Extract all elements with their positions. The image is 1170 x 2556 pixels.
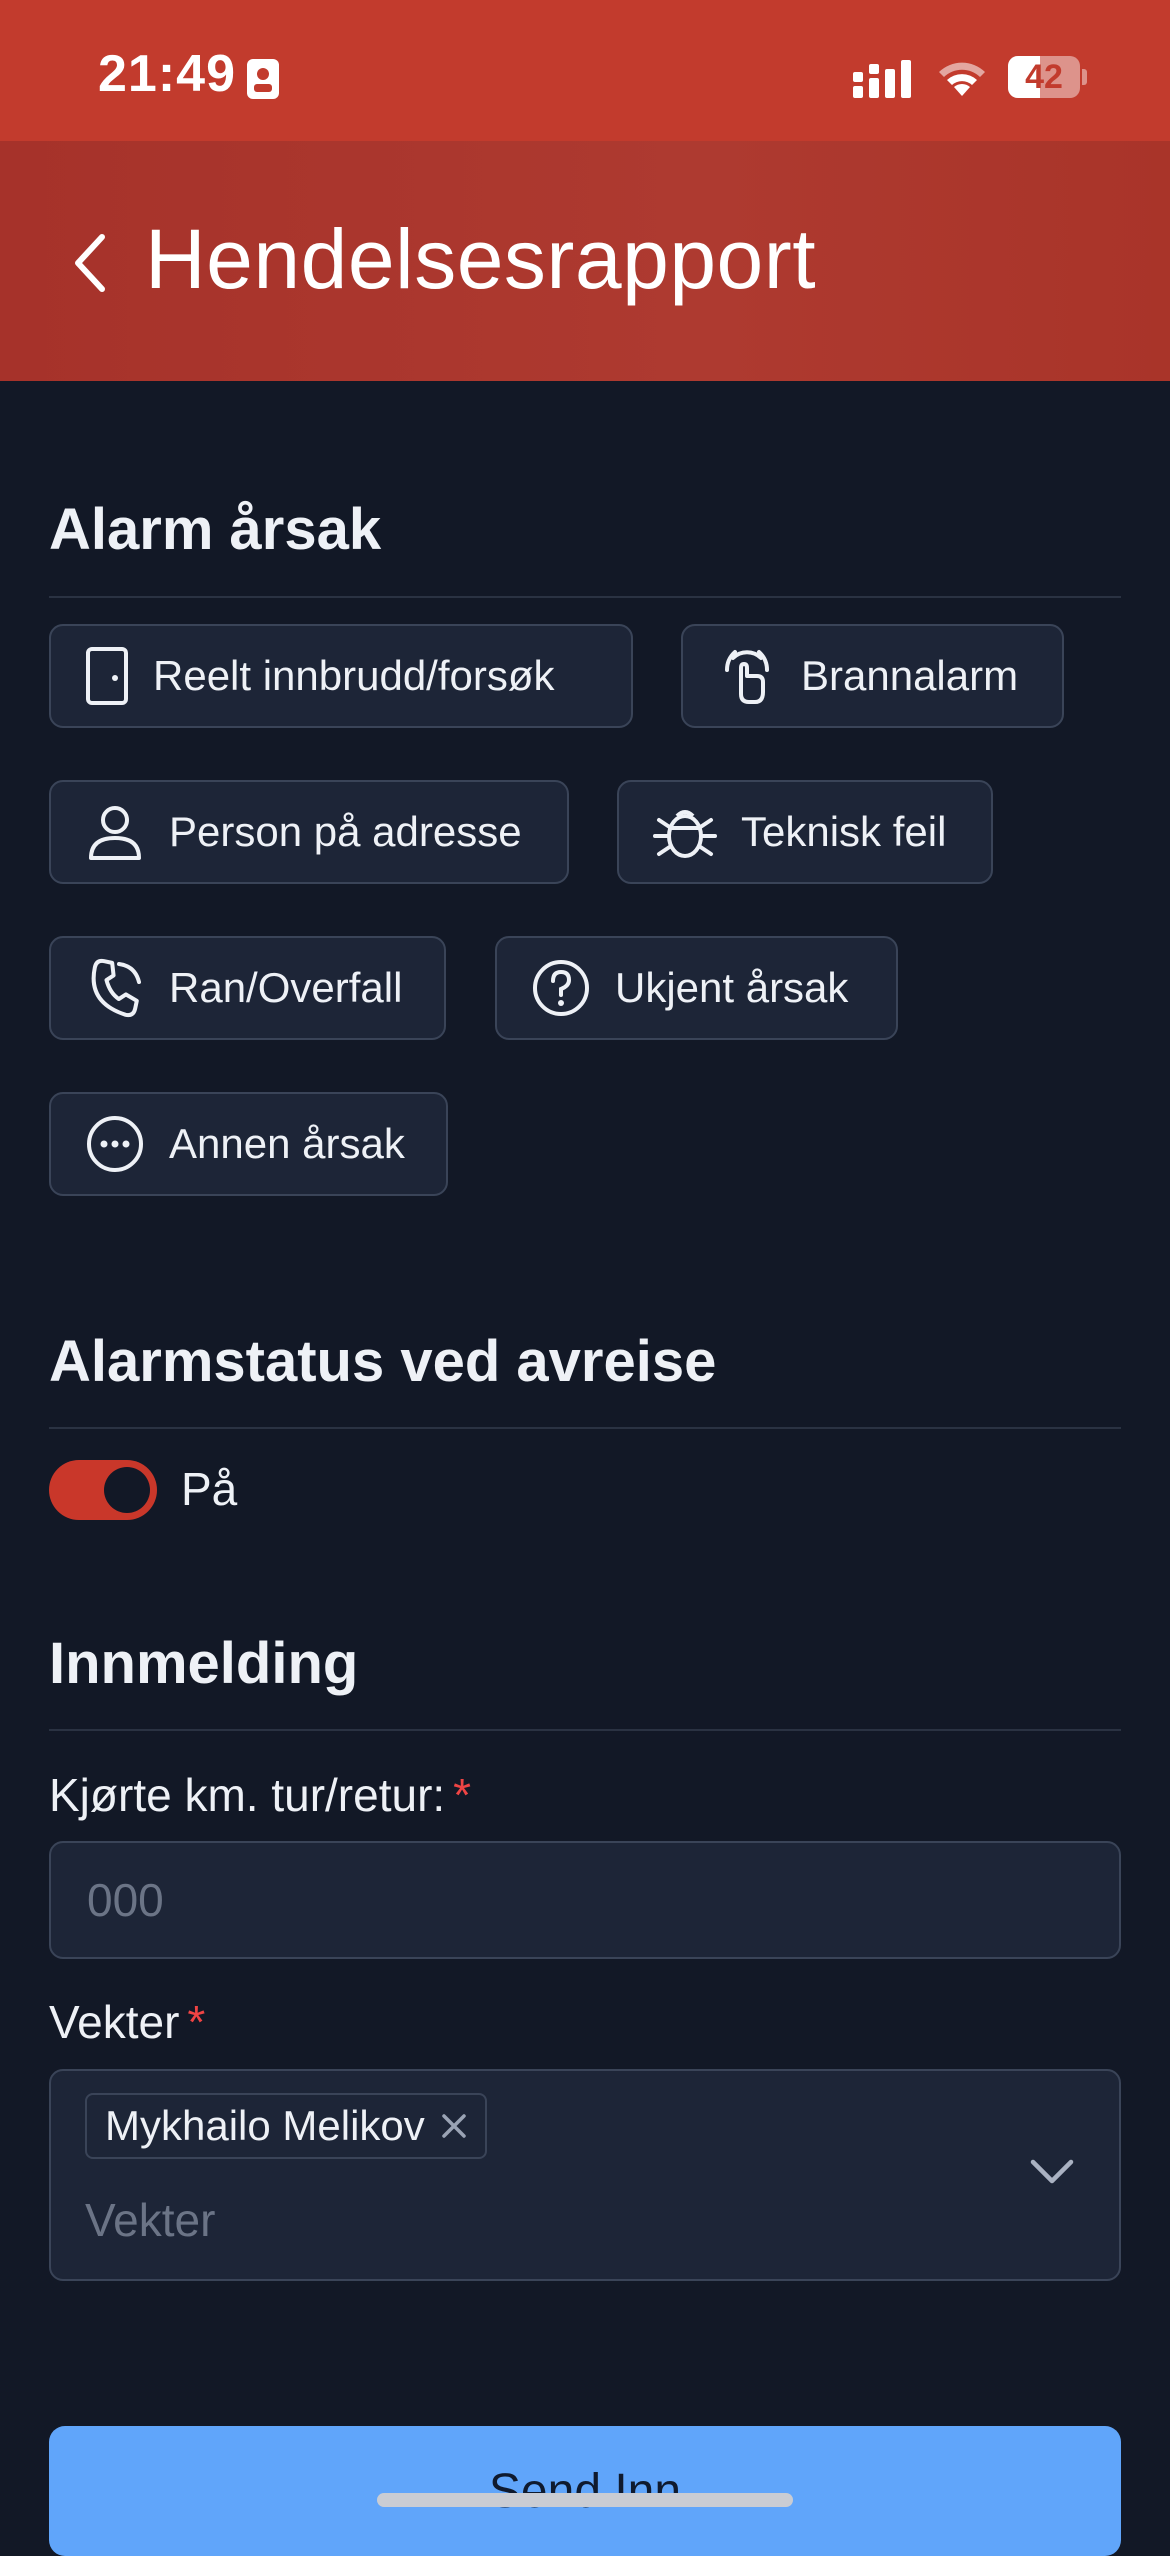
phone-icon: [91, 958, 141, 1018]
app-header: Hendelsesrapport: [0, 141, 1170, 381]
required-marker: *: [187, 1996, 206, 2048]
chip-person-pa-adresse[interactable]: Person på adresse: [49, 780, 569, 884]
home-indicator: [377, 2493, 793, 2507]
chip-label: Reelt innbrudd/forsøk: [153, 652, 555, 699]
selected-guard-tag: Mykhailo Melikov: [85, 2093, 487, 2159]
page-title: Hendelsesrapport: [145, 212, 817, 306]
chip-label: Teknisk feil: [741, 808, 947, 855]
chip-reelt-innbrudd[interactable]: Reelt innbrudd/forsøk: [49, 624, 633, 728]
submit-button[interactable]: Send Inn: [49, 2426, 1121, 2556]
question-icon: [533, 960, 589, 1016]
guard-label-text: Vekter: [49, 1996, 180, 2048]
chip-brannalarm[interactable]: Brannalarm: [681, 624, 1064, 728]
section-title-registration: Innmelding: [49, 1631, 359, 1696]
status-bar: 21:49 42: [0, 0, 1170, 141]
chevron-down-icon: [1030, 2159, 1074, 2184]
cellular-signal-icon: [853, 60, 911, 98]
toggle-label: På: [181, 1463, 238, 1515]
door-icon: [86, 647, 128, 705]
toggle-knob: [104, 1467, 150, 1513]
chip-teknisk-feil[interactable]: Teknisk feil: [617, 780, 993, 884]
person-icon: [89, 806, 141, 860]
bug-icon: [653, 810, 717, 858]
divider: [49, 1427, 1121, 1429]
section-title-alarm-status: Alarmstatus ved avreise: [49, 1329, 717, 1394]
more-icon: [87, 1116, 143, 1172]
km-input[interactable]: [49, 1841, 1121, 1959]
alarm-status-toggle[interactable]: [49, 1460, 157, 1520]
chip-annen-arsak[interactable]: Annen årsak: [49, 1092, 448, 1196]
close-icon: [442, 2114, 466, 2138]
chip-label: Ran/Overfall: [169, 964, 403, 1011]
fire-alarm-icon: [724, 650, 770, 704]
status-time: 21:49: [98, 45, 236, 103]
section-title-alarm-cause: Alarm årsak: [49, 497, 382, 562]
km-label: Kjørte km. tur/retur: *: [49, 1768, 471, 1822]
back-chevron-icon[interactable]: [70, 231, 110, 295]
battery-level: 42: [1025, 58, 1063, 96]
chip-label: Brannalarm: [801, 652, 1019, 699]
guard-select[interactable]: Mykhailo Melikov Vekter: [49, 2069, 1121, 2281]
divider: [49, 1729, 1121, 1731]
required-marker: *: [453, 1769, 472, 1821]
selected-guard-name: Mykhailo Melikov: [105, 2102, 425, 2149]
chip-label: Person på adresse: [169, 808, 522, 855]
battery-icon: 42: [1008, 56, 1088, 98]
divider: [49, 596, 1121, 598]
chip-label: Ukjent årsak: [615, 964, 849, 1011]
chip-ran-overfall[interactable]: Ran/Overfall: [49, 936, 446, 1040]
guard-select-placeholder: Vekter: [85, 2194, 216, 2246]
wifi-icon: [939, 62, 985, 96]
chip-label: Annen årsak: [169, 1120, 405, 1167]
id-card-icon: [247, 59, 279, 99]
guard-label: Vekter *: [49, 1995, 205, 2049]
remove-tag-button[interactable]: [439, 2111, 469, 2141]
km-label-text: Kjørte km. tur/retur:: [49, 1769, 446, 1821]
chip-ukjent-arsak[interactable]: Ukjent årsak: [495, 936, 898, 1040]
